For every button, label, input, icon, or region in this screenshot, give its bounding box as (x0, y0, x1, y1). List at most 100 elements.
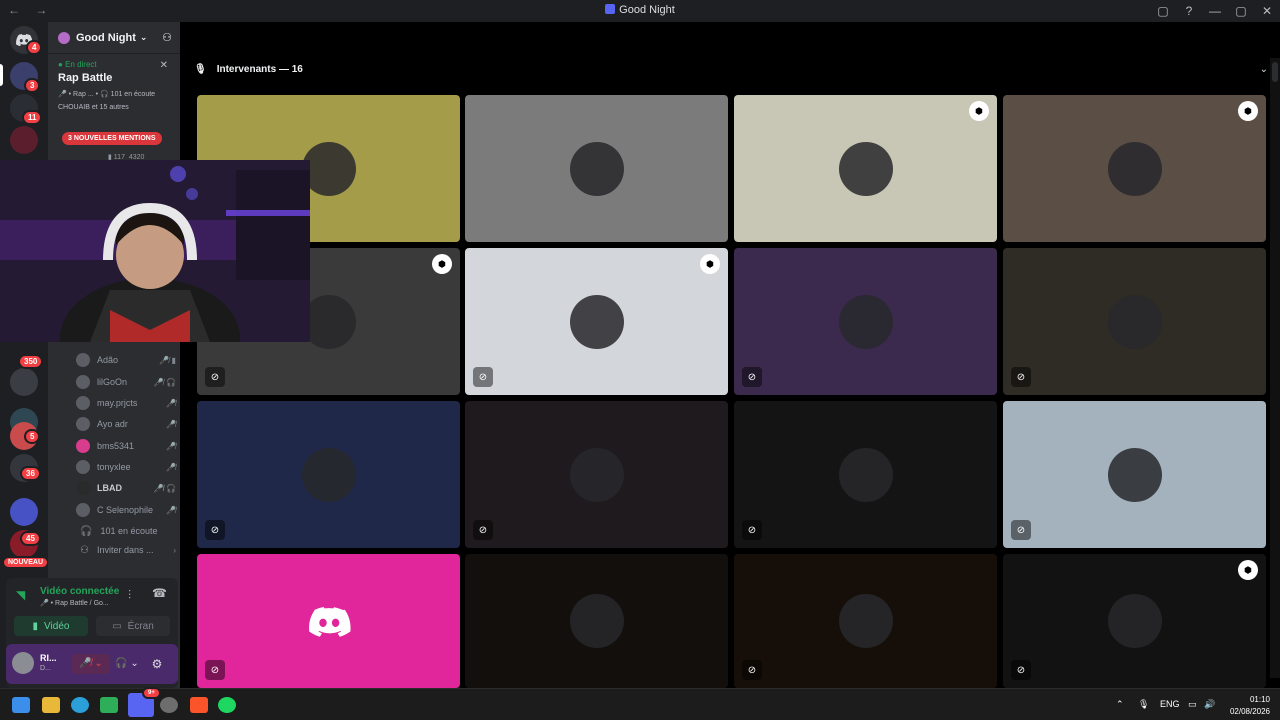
minimize-button[interactable]: — (1202, 0, 1228, 22)
stage-meta: 🎤 • Rap ... • 🎧 101 en écoute (58, 91, 156, 98)
screen-share-button[interactable]: ▭ Écran (96, 616, 170, 636)
speaker-tile[interactable]: ⊘ (465, 401, 728, 548)
speaker-tile[interactable]: ⊘ (1003, 401, 1266, 548)
muted-mic-icon: ⊘ (205, 660, 225, 680)
voice-channel[interactable]: 🎤 • Rap Battle / Go... (40, 599, 109, 607)
inbox-icon[interactable]: ▢ (1150, 0, 1176, 22)
picture-in-picture-video[interactable] (0, 160, 310, 342)
speaker-tile[interactable] (465, 554, 728, 688)
member-status-icons: 🎤̸ 🎧 (153, 483, 176, 493)
member-row[interactable]: tonyxlee 🎤̸ (76, 458, 176, 476)
steam-icon[interactable] (160, 697, 178, 713)
speaker-avatar (1107, 594, 1162, 648)
network-icon[interactable]: ▭ (1188, 699, 1197, 710)
server-icon-4[interactable] (10, 368, 38, 396)
avatar (76, 353, 90, 367)
muted-mic-icon: ⊘ (473, 367, 493, 387)
speaker-tile[interactable] (465, 95, 728, 242)
speaker-avatar (838, 594, 893, 648)
member-row[interactable]: LBAD 🎤̸ 🎧 (76, 479, 176, 497)
windows-start-icon[interactable] (12, 697, 30, 713)
listeners-row[interactable]: 🎧 101 en écoute (76, 522, 176, 540)
avatar (76, 375, 90, 389)
member-name: bms5341 (97, 441, 135, 451)
member-name: Adão (97, 355, 119, 365)
member-row[interactable]: bms5341 🎤̸ (76, 437, 176, 455)
clock[interactable]: 01:10 02/08/2026 (1230, 694, 1270, 718)
speaker-tile[interactable]: ⊘ (197, 401, 460, 548)
close-icon[interactable]: ✕ (160, 60, 168, 71)
member-row[interactable]: Ayo adr 🎤̸ (76, 415, 176, 433)
chevron-right-icon: › (173, 545, 176, 555)
speaker-avatar (1107, 294, 1162, 349)
member-row[interactable]: may.prjcts 🎤̸ (76, 394, 176, 412)
speaker-tile[interactable]: ⊘ (1003, 248, 1266, 395)
member-status-icons: 🎤̸ 🎧 (153, 377, 176, 387)
spotify-icon[interactable] (218, 697, 236, 713)
member-name: tonyxlee (97, 462, 131, 472)
help-icon[interactable]: ? (1176, 0, 1202, 22)
member-row[interactable]: Adão 🎤̸ ▮ (76, 351, 176, 369)
muted-mic-icon: ⊘ (1011, 660, 1031, 680)
moderator-shield-icon: ⬢ (700, 254, 720, 274)
tray-chevron-icon[interactable]: ⌃ (1116, 699, 1124, 710)
server-icon-3[interactable] (10, 126, 38, 154)
language-indicator[interactable]: ENG (1160, 699, 1180, 709)
microphone-tray-icon[interactable]: 🎙 (1138, 699, 1149, 710)
speaker-tile[interactable]: ⊘ (734, 248, 997, 395)
invite-label: Inviter dans ... (96, 545, 154, 555)
speaker-tile[interactable]: ⊘ (197, 554, 460, 688)
avatar (76, 481, 90, 495)
play-app-icon[interactable] (100, 697, 118, 713)
volume-icon[interactable]: 🔊 (1204, 699, 1215, 710)
settings-gear-icon[interactable]: ⚙ (146, 654, 168, 674)
folder-icon[interactable] (10, 498, 38, 526)
avatar (76, 439, 90, 453)
taskbar-badge: 9+ (142, 687, 161, 699)
speaker-tile[interactable]: ⊘ ⬢ (465, 248, 728, 395)
headphones-button[interactable]: 🎧 ⌄ (112, 654, 142, 674)
signal-icon[interactable]: ◥ (16, 588, 25, 602)
soundboard-icon[interactable]: ⫶ (128, 588, 131, 603)
member-status-icons: 🎤̸ (166, 398, 176, 408)
headphones-icon: 🎧 (80, 525, 93, 537)
speaker-tile[interactable]: ⊘ (734, 401, 997, 548)
stage-name[interactable]: Rap Battle (48, 69, 180, 84)
speaker-tile[interactable]: ⬢ (734, 95, 997, 242)
brave-browser-icon[interactable] (190, 697, 208, 713)
speaker-avatar (569, 141, 624, 196)
mute-mic-button[interactable]: 🎤̸ ⌄ (72, 654, 110, 674)
member-row[interactable]: lilGoOn 🎤̸ 🎧 (76, 373, 176, 391)
listeners-count: 101 en écoute (100, 526, 158, 536)
speaker-tile[interactable]: ⊘ (734, 554, 997, 688)
video-button[interactable]: ▮ Vidéo (14, 616, 88, 636)
member-row[interactable]: C Selenophile 🎤̸ (76, 501, 176, 519)
speaker-tile[interactable]: ⬢ (1003, 95, 1266, 242)
new-mentions-banner[interactable]: 3 NOUVELLES MENTIONS (62, 132, 162, 145)
speaker-avatar (569, 594, 624, 648)
invite-row[interactable]: ⚇ Inviter dans ... › (76, 541, 176, 559)
muted-mic-icon: ⊘ (742, 660, 762, 680)
avatar[interactable] (12, 652, 34, 674)
scrollbar[interactable] (1270, 58, 1280, 678)
member-status-icons: 🎤̸ (166, 419, 176, 429)
speaker-tile[interactable]: ⊘ ⬢ (1003, 554, 1266, 688)
new-badge: NOUVEAU (2, 556, 50, 569)
windows-taskbar: 9+ ⌃ 🎙 ENG ▭ 🔊 01:10 02/08/2026 (0, 687, 1280, 720)
add-member-icon[interactable]: ⚇ (162, 31, 172, 44)
edge-browser-icon[interactable] (71, 697, 89, 713)
screen-icon: ▭ (112, 620, 122, 632)
scrollbar-thumb[interactable] (1272, 62, 1278, 82)
avatar (76, 396, 90, 410)
disconnect-icon[interactable]: ☎ (152, 586, 167, 600)
maximize-button[interactable]: ▢ (1228, 0, 1254, 22)
collapse-chevron-icon[interactable]: ⌄ (1260, 64, 1268, 75)
live-label: En direct (65, 60, 97, 69)
close-button[interactable]: ✕ (1254, 0, 1280, 22)
discord-taskbar-icon[interactable]: 9+ (128, 687, 161, 717)
muted-mic-icon: ⊘ (742, 367, 762, 387)
notification-badge: 350 (18, 354, 44, 369)
file-explorer-icon[interactable] (42, 697, 60, 713)
server-header[interactable]: Good Night ⌄ ⚇ (48, 22, 180, 54)
muted-mic-icon: ⊘ (205, 367, 225, 387)
